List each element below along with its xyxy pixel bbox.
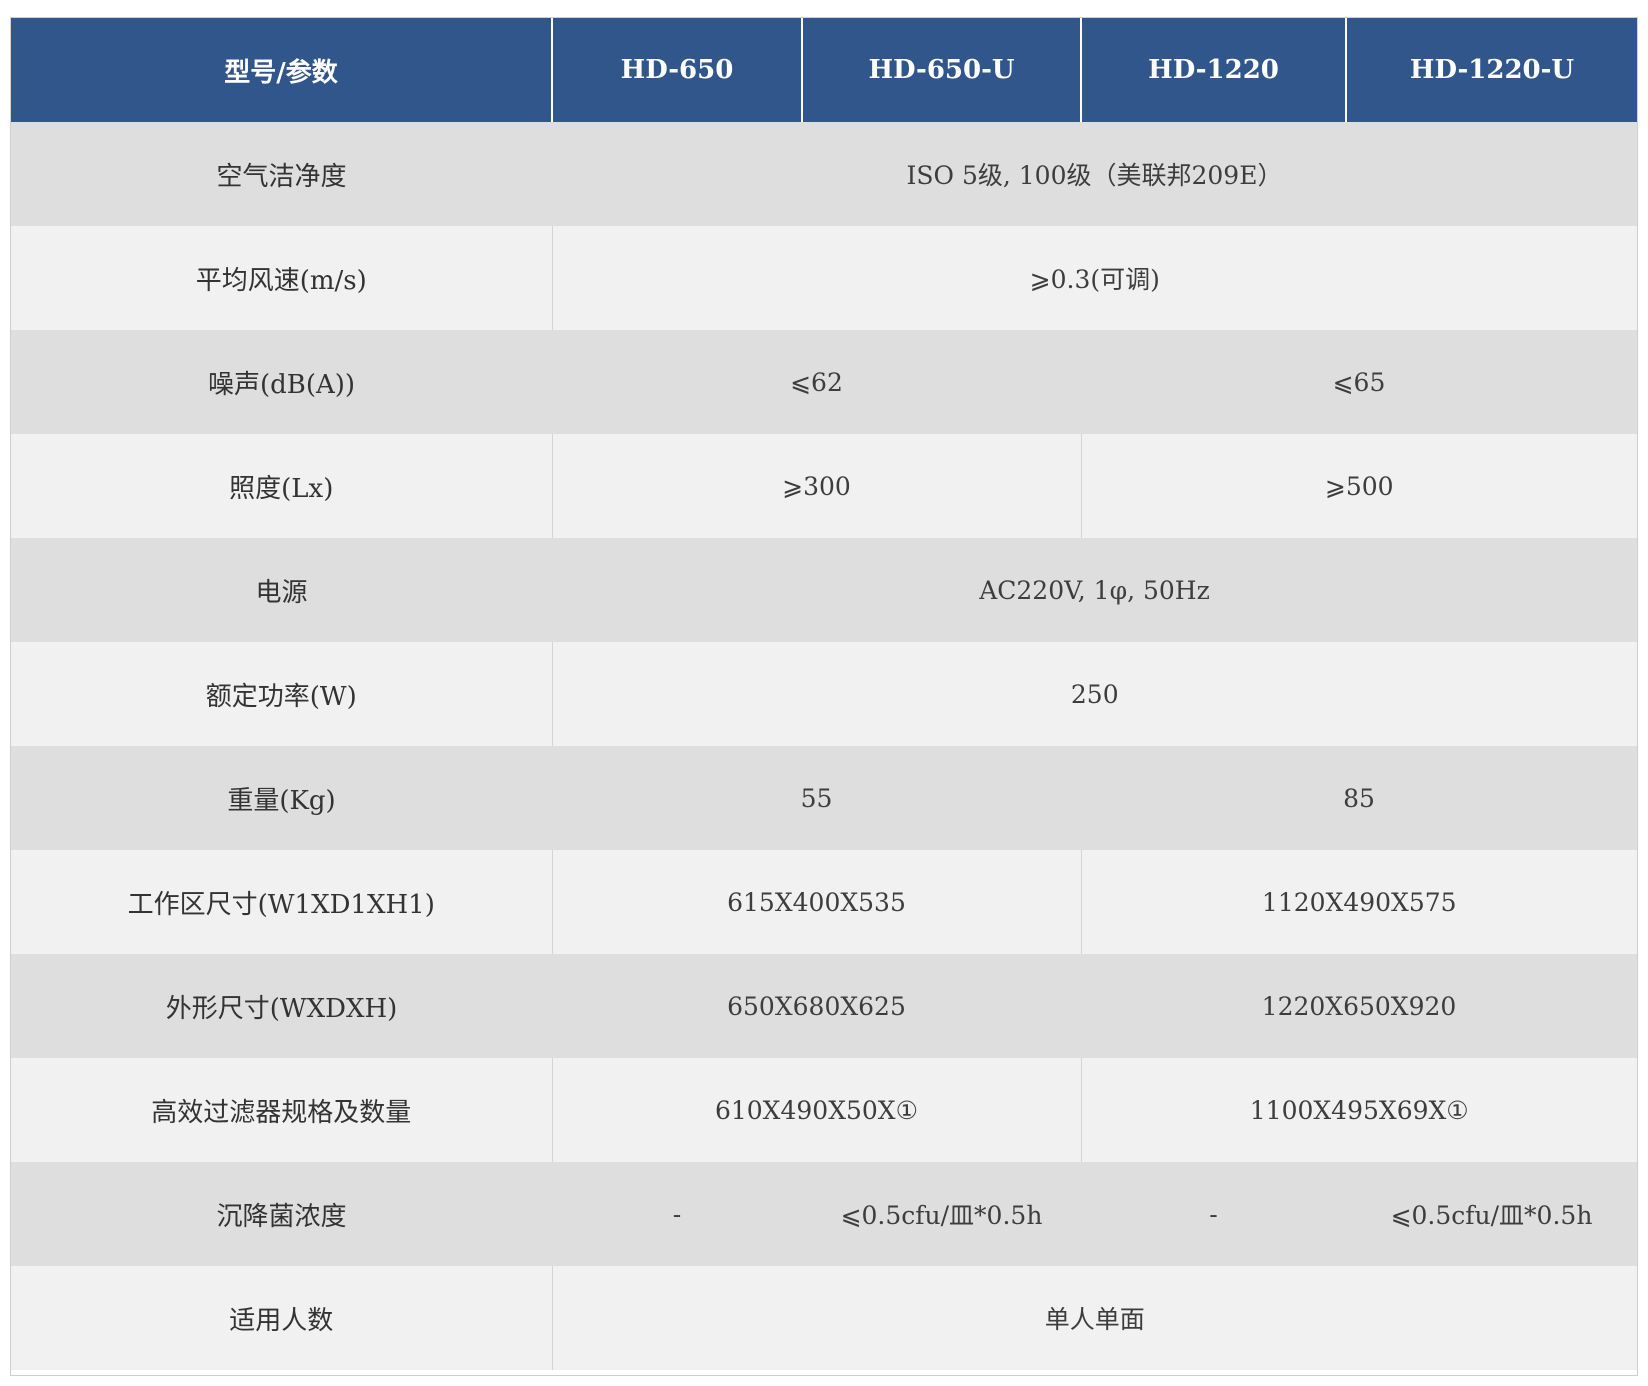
cell-value-hd1220: - (1081, 1162, 1346, 1266)
header-model-param: 型号/参数 (11, 18, 553, 122)
table-row-air-speed: 平均风速(m/s) ⩾0.3(可调) (11, 226, 1637, 330)
table-row-cleanliness: 空气洁净度 ISO 5级, 100级（美联邦209E） (11, 122, 1637, 226)
row-label: 重量(Kg) (11, 746, 552, 850)
table-row-power-supply: 电源 AC220V, 1φ, 50Hz (11, 538, 1637, 642)
table-row-hepa-filter: 高效过滤器规格及数量 610X490X50X① 1100X495X69X① (11, 1058, 1637, 1162)
cell-value-hd650: ⩽62 (552, 330, 1081, 434)
cell-value-hd1220: 85 (1081, 746, 1637, 850)
cell-value: ⩾0.3(可调) (551, 226, 1637, 330)
cell-value-hd1220: ⩽65 (1081, 330, 1637, 434)
row-label: 沉降菌浓度 (11, 1162, 552, 1266)
row-label: 平均风速(m/s) (11, 226, 552, 330)
cell-value-hd650: 615X400X535 (551, 850, 1081, 954)
table-row-work-area: 工作区尺寸(W1XD1XH1) 615X400X535 1120X490X575 (11, 850, 1637, 954)
cell-value-hd650: - (552, 1162, 802, 1266)
row-label: 噪声(dB(A)) (11, 330, 552, 434)
cell-value-hd650: 610X490X50X① (551, 1058, 1081, 1162)
cell-value: AC220V, 1φ, 50Hz (552, 538, 1637, 642)
header-hd-650-u: HD-650-U (802, 18, 1082, 122)
table-row-sedimentation: 沉降菌浓度 - ⩽0.5cfu/皿*0.5h - ⩽0.5cfu/皿*0.5h (11, 1162, 1637, 1266)
row-label: 照度(Lx) (11, 434, 552, 538)
table-header-row: 型号/参数 HD-650 HD-650-U HD-1220 HD-1220-U (11, 18, 1637, 122)
header-hd-650: HD-650 (552, 18, 803, 122)
cell-value: ISO 5级, 100级（美联邦209E） (552, 122, 1637, 226)
cell-value: 250 (551, 642, 1637, 746)
header-hd-1220: HD-1220 (1081, 18, 1347, 122)
table-row-noise: 噪声(dB(A)) ⩽62 ⩽65 (11, 330, 1637, 434)
header-hd-1220-u: HD-1220-U (1346, 18, 1637, 122)
row-label: 外形尺寸(WXDXH) (11, 954, 552, 1058)
cell-value-hd1220: 1100X495X69X① (1080, 1058, 1637, 1162)
cell-value-hd650u: ⩽0.5cfu/皿*0.5h (802, 1162, 1081, 1266)
table-row-weight: 重量(Kg) 55 85 (11, 746, 1637, 850)
row-label: 空气洁净度 (11, 122, 552, 226)
cell-value-hd1220: ⩾500 (1080, 434, 1637, 538)
cell-value: 单人单面 (551, 1266, 1637, 1370)
row-label: 适用人数 (11, 1266, 552, 1370)
row-label: 额定功率(W) (11, 642, 552, 746)
cell-value-hd650: 55 (552, 746, 1081, 850)
spec-table: 型号/参数 HD-650 HD-650-U HD-1220 HD-1220-U … (11, 18, 1637, 1370)
cell-value-hd650: ⩾300 (551, 434, 1081, 538)
table-row-users: 适用人数 单人单面 (11, 1266, 1637, 1370)
row-label: 高效过滤器规格及数量 (11, 1058, 552, 1162)
table-row-illuminance: 照度(Lx) ⩾300 ⩾500 (11, 434, 1637, 538)
table-row-rated-power: 额定功率(W) 250 (11, 642, 1637, 746)
row-label: 工作区尺寸(W1XD1XH1) (11, 850, 552, 954)
cell-value-hd1220: 1120X490X575 (1080, 850, 1637, 954)
cell-value-hd1220u: ⩽0.5cfu/皿*0.5h (1346, 1162, 1637, 1266)
row-label: 电源 (11, 538, 552, 642)
cell-value-hd650: 650X680X625 (552, 954, 1081, 1058)
table-row-dimensions: 外形尺寸(WXDXH) 650X680X625 1220X650X920 (11, 954, 1637, 1058)
cell-value-hd1220: 1220X650X920 (1081, 954, 1637, 1058)
